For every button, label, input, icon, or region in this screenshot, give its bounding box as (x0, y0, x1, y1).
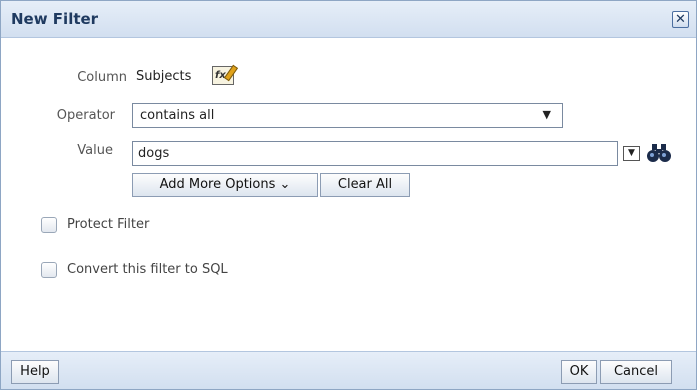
new-filter-dialog: New Filter ✕ Column Subjects fx Operator… (0, 0, 697, 390)
close-button[interactable]: ✕ (672, 11, 689, 28)
close-icon: ✕ (675, 12, 686, 27)
pencil-icon (223, 64, 239, 82)
value-input[interactable]: dogs (132, 141, 618, 166)
add-more-options-button[interactable]: Add More Options ⌄ (132, 173, 318, 197)
value-input-text: dogs (138, 146, 170, 161)
value-label: Value (77, 143, 113, 158)
edit-column-formula-icon[interactable]: fx (212, 64, 239, 85)
operator-label: Operator (56, 108, 115, 123)
protect-filter-label: Protect Filter (67, 217, 150, 232)
operator-selected-value: contains all (140, 108, 215, 123)
protect-filter-checkbox[interactable] (41, 217, 57, 233)
ok-button[interactable]: OK (561, 360, 597, 384)
dropdown-arrow-icon: ▼ (542, 108, 551, 121)
cancel-button[interactable]: Cancel (600, 360, 672, 384)
dialog-title: New Filter (11, 10, 99, 28)
column-label: Column (77, 70, 127, 85)
clear-all-button[interactable]: Clear All (320, 173, 410, 197)
help-button[interactable]: Help (11, 360, 59, 384)
convert-sql-checkbox[interactable] (41, 262, 57, 278)
dialog-footer: Help OK Cancel (1, 351, 696, 389)
search-binoculars-icon[interactable] (645, 141, 673, 165)
binoculars-icon (647, 144, 671, 162)
dropdown-arrow-icon: ▼ (628, 148, 635, 158)
dialog-titlebar: New Filter ✕ (1, 1, 696, 38)
convert-sql-label: Convert this filter to SQL (67, 262, 228, 277)
value-dropdown-button[interactable]: ▼ (623, 146, 640, 161)
operator-select[interactable]: contains all ▼ (132, 103, 563, 128)
column-value: Subjects (136, 69, 192, 84)
